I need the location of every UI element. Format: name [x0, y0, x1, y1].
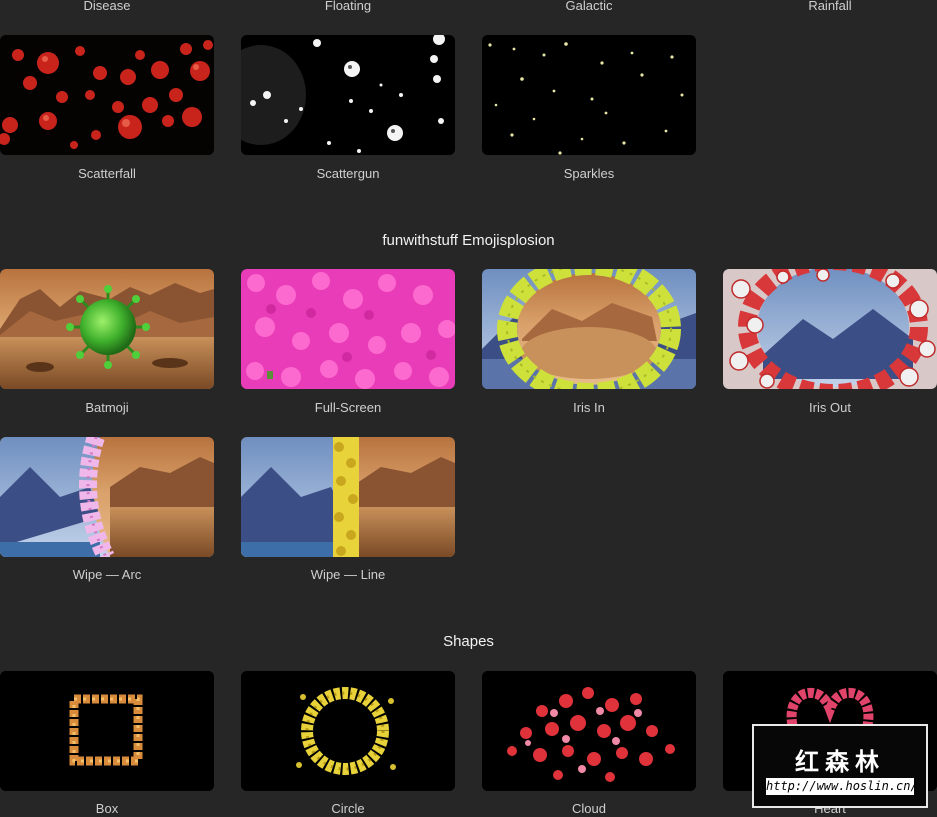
thumbnail-label: Scatterfall [78, 166, 136, 181]
thumbnail-label: Wipe — Arc [72, 567, 142, 582]
wipe-arc-thumbnail[interactable] [0, 437, 214, 557]
thumbnail-label-galactic: Galactic [565, 0, 613, 13]
iris-in-thumbnail[interactable] [482, 269, 696, 389]
circle-thumbnail[interactable] [241, 671, 455, 791]
full-screen-thumbnail[interactable] [241, 269, 455, 389]
watermark-title: 红森林 [795, 748, 885, 776]
scatterfall-thumbnail[interactable] [0, 35, 214, 155]
thumbnail-label: Iris In [573, 400, 605, 415]
thumbnail-label: Sparkles [563, 166, 615, 181]
thumbnail-label: Batmoji [85, 400, 129, 415]
thumbnail-label: Iris Out [809, 400, 851, 415]
wipe-line-thumbnail[interactable] [241, 437, 455, 557]
iris-out-thumbnail[interactable] [723, 269, 937, 389]
section-title-emojisplosion: funwithstuff Emojisplosion [382, 232, 555, 249]
thumbnail-label: Wipe — Line [310, 567, 386, 582]
box-thumbnail[interactable] [0, 671, 214, 791]
sparkles-thumbnail[interactable] [482, 35, 696, 155]
thumbnail-label-rainfall: Rainfall [808, 0, 852, 13]
scattergun-thumbnail[interactable] [241, 35, 455, 155]
thumbnail-label: Scattergun [316, 166, 380, 181]
watermark-url: http://www.hoslin.cn/ [766, 778, 918, 795]
watermark-stamp: 红森林 http://www.hoslin.cn/ [752, 724, 928, 808]
thumbnail-label-disease: Disease [83, 0, 131, 13]
section-title-shapes: Shapes [443, 633, 494, 650]
cloud-thumbnail[interactable] [482, 671, 696, 791]
thumbnail-label: Full-Screen [314, 400, 382, 415]
thumbnail-label-floating: Floating [324, 0, 372, 13]
batmoji-thumbnail[interactable] [0, 269, 214, 389]
